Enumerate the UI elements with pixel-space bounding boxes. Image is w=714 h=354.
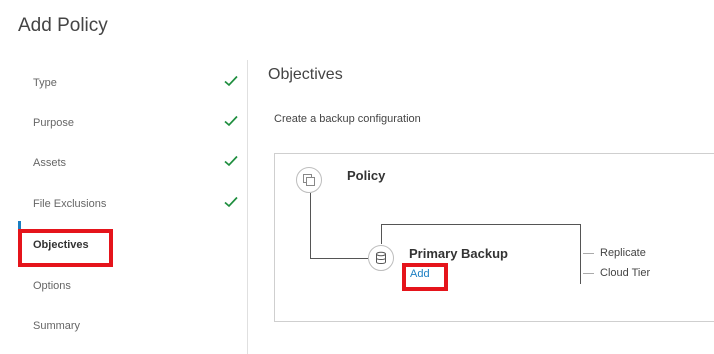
checkmark-icon [224,115,238,127]
step-assets[interactable]: Assets [0,142,248,183]
objectives-highlight-box [18,229,113,267]
step-label: Assets [33,156,67,169]
branch-replicate[interactable]: Replicate [600,247,646,259]
step-purpose[interactable]: Purpose [0,102,248,143]
primary-connector-left [381,224,382,244]
primary-connector-top [381,224,580,225]
page-title: Add Policy [18,15,108,36]
primary-backup-node [368,245,394,271]
step-summary[interactable]: Summary [0,305,248,346]
section-subtitle: Create a backup configuration [274,113,421,125]
policy-connector-vertical [310,193,311,258]
backup-config-card: Policy Primary Backup Add Replicate Clou… [274,153,714,322]
vertical-divider [247,60,248,354]
step-label: Purpose [33,116,74,129]
copy-icon [303,174,315,186]
step-label: Summary [33,319,81,332]
step-label: File Exclusions [33,197,107,210]
checkmark-icon [224,75,238,87]
checkmark-icon [224,155,238,167]
step-label: Options [33,279,71,292]
policy-title: Policy [347,168,386,183]
section-title: Objectives [268,66,343,83]
primary-connector-right [580,224,581,284]
policy-connector-horizontal [310,258,368,259]
step-options[interactable]: Options [0,265,248,306]
step-label: Type [33,76,57,89]
cloud-tier-branch-line [583,273,594,274]
step-type[interactable]: Type [0,62,248,103]
policy-node [296,167,322,193]
database-icon [376,251,386,264]
replicate-branch-line [583,253,594,254]
add-link-highlight-box [402,263,448,291]
primary-backup-title: Primary Backup [409,246,508,261]
branch-cloud-tier[interactable]: Cloud Tier [600,267,650,279]
step-file-exclusions[interactable]: File Exclusions [0,183,248,224]
checkmark-icon [224,196,238,208]
